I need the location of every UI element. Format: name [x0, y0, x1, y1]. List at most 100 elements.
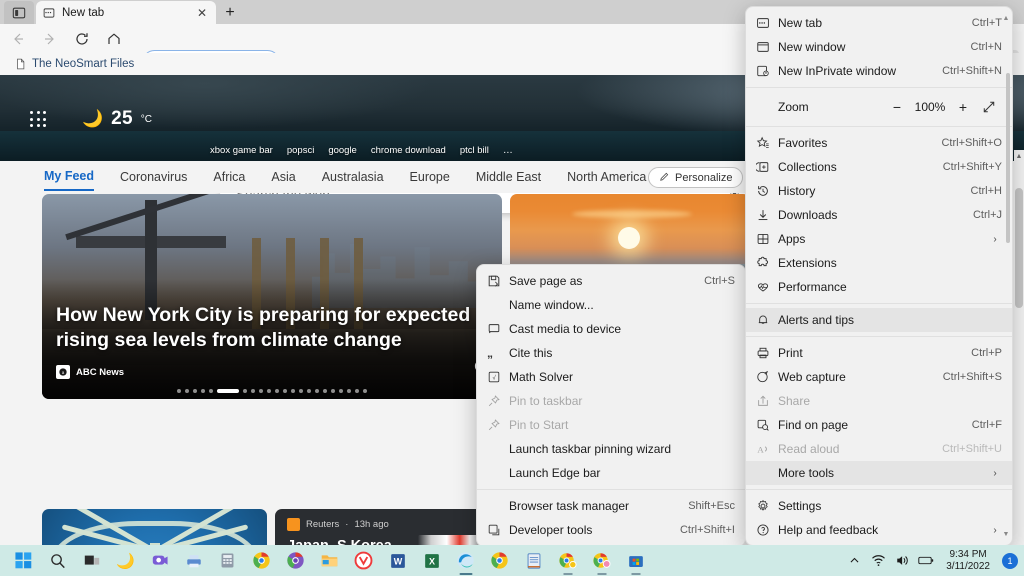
tab-close-button[interactable]: ✕: [194, 5, 210, 21]
personalize-button[interactable]: Personalize: [648, 167, 744, 188]
menu-item-performance[interactable]: Performance: [746, 275, 1012, 299]
start-button[interactable]: [8, 545, 39, 576]
read-aloud-icon: A: [756, 442, 778, 456]
taskbar-chrome[interactable]: [246, 545, 277, 576]
chrome-profile-icon: [559, 553, 577, 569]
feed-tab-asia[interactable]: Asia: [271, 165, 295, 190]
menu-item-web-capture[interactable]: Web capture Ctrl+Shift+S: [746, 365, 1012, 389]
hero-carousel-dots[interactable]: [42, 389, 502, 393]
save-icon: [487, 274, 509, 288]
menu-item-collections[interactable]: Collections Ctrl+Shift+Y: [746, 155, 1012, 179]
taskbar-edge[interactable]: [450, 545, 481, 576]
taskbar-word[interactable]: W: [382, 545, 413, 576]
submenu-label: Save page as: [509, 274, 583, 288]
taskbar-chrome-profile2[interactable]: [586, 545, 617, 576]
feed-tab-africa[interactable]: Africa: [213, 165, 245, 190]
scroll-up-arrow[interactable]: ▲: [1015, 150, 1023, 162]
new-tab-button[interactable]: +: [220, 3, 240, 23]
taskbar-chrome-canary[interactable]: [484, 545, 515, 576]
speaker-icon[interactable]: [894, 553, 910, 569]
menu-scrollbar[interactable]: ▲ ▼: [1002, 13, 1010, 539]
feed-tab-my-feed[interactable]: My Feed: [44, 164, 95, 191]
submenu-item-cast-media[interactable]: Cast media to device: [477, 317, 745, 341]
menu-item-new-tab[interactable]: New tab Ctrl+T: [746, 11, 1012, 35]
submenu-item-cite-this[interactable]: „ Cite this: [477, 341, 745, 365]
suggestion-chip[interactable]: google: [328, 145, 357, 156]
zoom-out-button[interactable]: −: [884, 96, 910, 118]
excel-icon: X: [424, 553, 439, 568]
palm-island-article-card[interactable]: [42, 509, 267, 545]
zoom-in-button[interactable]: +: [950, 96, 976, 118]
notification-badge[interactable]: 1: [1002, 552, 1018, 569]
suggestion-chip[interactable]: chrome download: [371, 145, 446, 156]
bookmark-item[interactable]: The NeoSmart Files: [8, 56, 140, 73]
taskbar-chrome-profile[interactable]: [552, 545, 583, 576]
menu-item-alerts-and-tips[interactable]: Alerts and tips: [746, 308, 1012, 332]
refresh-button[interactable]: [68, 26, 96, 52]
menu-scroll-up-arrow[interactable]: ▲: [1002, 13, 1010, 23]
menu-item-help-and-feedback[interactable]: Help and feedback ›: [746, 518, 1012, 542]
fullscreen-icon[interactable]: [976, 96, 1002, 118]
scrollbar-thumb[interactable]: [1015, 188, 1023, 308]
help-icon: [756, 523, 778, 537]
feed-tab-middle-east[interactable]: Middle East: [476, 165, 541, 190]
forward-button[interactable]: [36, 26, 64, 52]
taskbar-task-view-button[interactable]: [76, 545, 107, 576]
submenu-item-name-window[interactable]: Name window...: [477, 293, 745, 317]
feed-tab-australasia[interactable]: Australasia: [322, 165, 384, 190]
submenu-item-browser-task-manager[interactable]: Browser task manager Shift+Esc: [477, 494, 745, 518]
menu-scrollbar-thumb[interactable]: [1006, 73, 1010, 243]
reuters-article-card[interactable]: Reuters · 13h ago Japan, S.Korea leaders…: [275, 509, 500, 545]
menu-item-apps[interactable]: Apps ›: [746, 227, 1012, 251]
chevron-up-icon[interactable]: [846, 553, 862, 569]
submenu-item-launch-edge-bar[interactable]: Launch Edge bar: [477, 461, 745, 485]
apps-icon: [756, 232, 778, 246]
menu-item-history[interactable]: History Ctrl+H: [746, 179, 1012, 203]
taskbar-microsoft-store[interactable]: [620, 545, 651, 576]
menu-item-new-inprivate-window[interactable]: New InPrivate window Ctrl+Shift+N: [746, 59, 1012, 83]
weather-widget[interactable]: 🌙 25 °C: [82, 108, 152, 130]
suggestion-chip[interactable]: popsci: [287, 145, 314, 156]
taskbar-file-explorer[interactable]: [314, 545, 345, 576]
menu-item-settings[interactable]: Settings: [746, 494, 1012, 518]
battery-icon[interactable]: [918, 553, 934, 569]
taskbar-excel[interactable]: X: [416, 545, 447, 576]
app-launcher-icon[interactable]: [30, 111, 48, 129]
submenu-item-launch-taskbar-pinning-wizard[interactable]: Launch taskbar pinning wizard: [477, 437, 745, 461]
taskbar-chat-app[interactable]: [144, 545, 175, 576]
suggestions-more-button[interactable]: …: [503, 145, 515, 156]
submenu-item-save-page-as[interactable]: Save page as Ctrl+S: [477, 269, 745, 293]
menu-item-new-window[interactable]: New window Ctrl+N: [746, 35, 1012, 59]
tab-search-button[interactable]: [4, 1, 34, 24]
menu-item-print[interactable]: Print Ctrl+P: [746, 341, 1012, 365]
taskbar-clock[interactable]: 9:34 PM 3/11/2022: [946, 549, 990, 571]
taskbar-chrome-beta[interactable]: [280, 545, 311, 576]
taskbar-moon-app[interactable]: 🌙: [110, 545, 141, 576]
taskbar-calculator-app[interactable]: [212, 545, 243, 576]
menu-item-find-on-page[interactable]: Find on page Ctrl+F: [746, 413, 1012, 437]
menu-item-more-tools[interactable]: More tools ›: [746, 461, 1012, 485]
menu-zoom-row: Zoom − 100% +: [746, 92, 1012, 122]
browser-tab[interactable]: New tab ✕: [36, 1, 216, 24]
back-button[interactable]: [4, 26, 32, 52]
submenu-item-math-solver[interactable]: √ Math Solver: [477, 365, 745, 389]
devtools-icon: [487, 523, 509, 537]
suggestion-chip[interactable]: ptcl bill: [460, 145, 489, 156]
taskbar-printer-app[interactable]: [178, 545, 209, 576]
menu-item-extensions[interactable]: Extensions: [746, 251, 1012, 275]
page-scrollbar[interactable]: ▲ ▼: [1014, 150, 1024, 545]
hero-article-card[interactable]: How New York City is preparing for expec…: [42, 194, 502, 399]
feed-tab-coronavirus[interactable]: Coronavirus: [120, 165, 187, 190]
suggestion-chip[interactable]: xbox game bar: [210, 145, 273, 156]
taskbar-notepad[interactable]: [518, 545, 549, 576]
taskbar-vivaldi[interactable]: [348, 545, 379, 576]
feed-tab-europe[interactable]: Europe: [410, 165, 450, 190]
menu-item-favorites[interactable]: Favorites Ctrl+Shift+O: [746, 131, 1012, 155]
wifi-icon[interactable]: [870, 553, 886, 569]
menu-scroll-down-arrow[interactable]: ▼: [1002, 529, 1010, 539]
home-button[interactable]: [100, 26, 128, 52]
taskbar-search-button[interactable]: [42, 545, 73, 576]
feed-tab-north-america[interactable]: North America: [567, 165, 646, 190]
submenu-item-developer-tools[interactable]: Developer tools Ctrl+Shift+I: [477, 518, 745, 542]
menu-item-downloads[interactable]: Downloads Ctrl+J: [746, 203, 1012, 227]
